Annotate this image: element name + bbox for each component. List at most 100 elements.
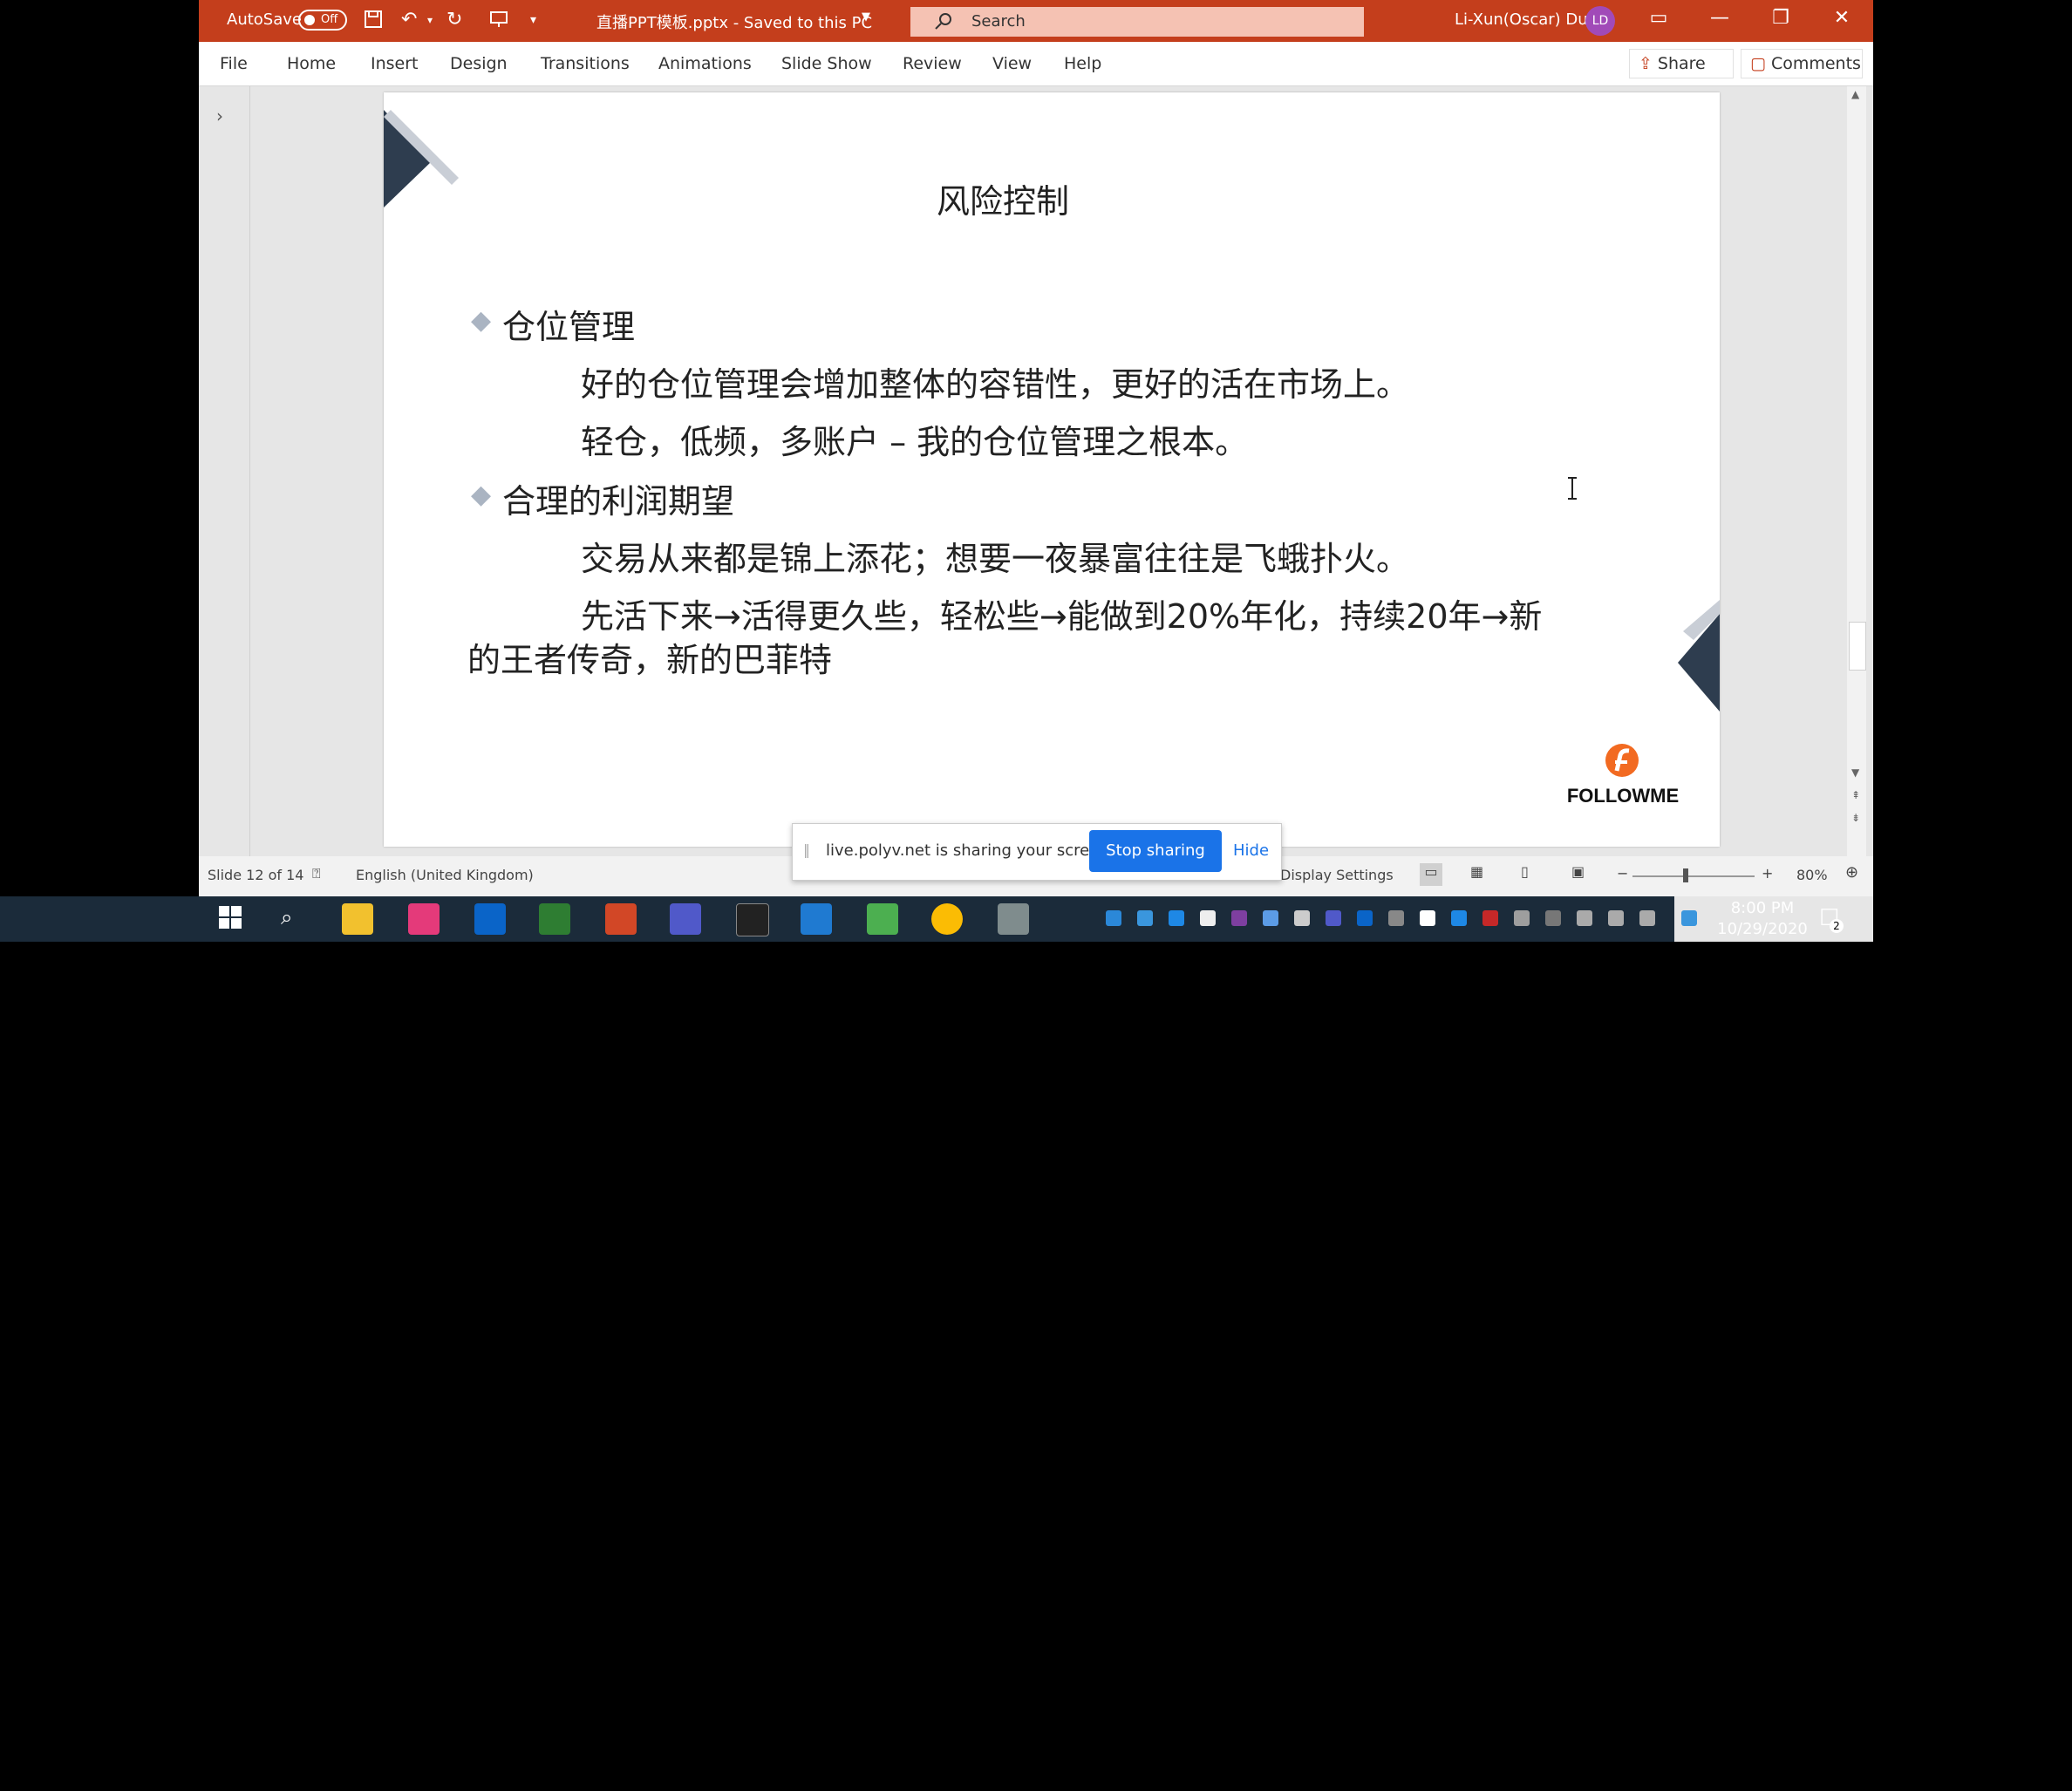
redo-icon[interactable]: ↻ <box>446 9 462 31</box>
undo-dropdown-icon[interactable]: ▾ <box>427 9 433 31</box>
autosave-toggle[interactable]: Off <box>298 10 347 31</box>
close-icon[interactable]: ✕ <box>1824 7 1859 29</box>
zoom-slider-thumb[interactable] <box>1683 868 1688 882</box>
comments-button[interactable]: ▢ Comments <box>1741 49 1863 78</box>
zoom-slider[interactable] <box>1632 875 1755 877</box>
document-title[interactable]: 直播PPT模板.pptx - Saved to this PC <box>596 10 872 33</box>
minimize-icon[interactable]: — <box>1702 7 1737 29</box>
tray-app-icon[interactable] <box>1388 910 1404 926</box>
previous-slide-icon[interactable]: ⇞ <box>1851 789 1860 801</box>
stop-sharing-button[interactable]: Stop sharing <box>1089 830 1222 872</box>
undo-icon[interactable]: ↶ <box>401 9 417 31</box>
tray-app-icon[interactable] <box>1137 910 1153 926</box>
search-icon[interactable]: ⌕ <box>281 905 292 930</box>
notification-count-badge: 2 <box>1830 919 1844 933</box>
title-bar: AutoSave Off ↶ ▾ ↻ ▾ 直播PPT模板.pptx - Save… <box>199 0 1873 42</box>
slide-show-icon[interactable]: ▣ <box>1571 863 1585 880</box>
slide-counter: Slide 12 of 14 <box>208 867 304 883</box>
tray-app-icon[interactable] <box>1514 910 1530 926</box>
slide-canvas[interactable]: 风险控制 ◆ 仓位管理 好的仓位管理会增加整体的容错性，更好的活在市场上。 轻仓… <box>384 92 1720 847</box>
display-settings-button[interactable]: Display Settings <box>1280 867 1394 883</box>
avatar[interactable]: LD <box>1585 6 1615 36</box>
volume-icon[interactable] <box>1639 910 1655 926</box>
language-tray-icon[interactable] <box>1681 910 1697 926</box>
git-app-icon[interactable] <box>539 903 570 935</box>
next-slide-icon[interactable]: ⇟ <box>1851 812 1860 824</box>
accessibility-icon[interactable]: ⍰ <box>312 865 321 882</box>
language-indicator[interactable]: English (United Kingdom) <box>356 867 534 883</box>
scroll-up-icon[interactable]: ▲ <box>1851 88 1859 100</box>
search-box[interactable]: Search <box>910 7 1364 37</box>
slide-text-line: 好的仓位管理会增加整体的容错性，更好的活在市场上。 <box>581 365 1410 404</box>
chrome-icon[interactable] <box>931 903 963 935</box>
slide-text-line: 的王者传奇，新的巴菲特 <box>467 641 833 679</box>
notepad-icon[interactable] <box>867 903 898 935</box>
app-icon[interactable] <box>998 903 1029 935</box>
bluetooth-icon[interactable] <box>1451 910 1467 926</box>
battery-icon[interactable] <box>1577 910 1592 926</box>
scrollbar-thumb[interactable] <box>1849 622 1866 671</box>
teams-tray-icon[interactable] <box>1326 910 1341 926</box>
tab-slide-show[interactable]: Slide Show <box>781 54 872 73</box>
bullet-diamond-icon: ◆ <box>471 480 492 510</box>
tab-transitions[interactable]: Transitions <box>541 54 630 73</box>
vscode-icon[interactable] <box>801 903 832 935</box>
mcafee-icon[interactable] <box>1482 910 1498 926</box>
zoom-in-icon[interactable]: + <box>1762 865 1773 882</box>
outlook-tray-icon[interactable] <box>1357 910 1373 926</box>
drag-handle-icon[interactable]: ‖ <box>803 841 810 858</box>
terminal-icon[interactable] <box>736 903 769 936</box>
tray-app-icon[interactable] <box>1169 910 1184 926</box>
outlook-icon[interactable] <box>474 903 506 935</box>
windows-taskbar: ⌕ 8:00 PM 10/29/2020 ☐ 2 <box>0 896 1844 942</box>
slide-sorter-icon[interactable]: ▦ <box>1470 863 1483 880</box>
fit-to-window-icon[interactable]: ⊕ <box>1845 863 1858 882</box>
tab-view[interactable]: View <box>992 54 1032 73</box>
thumbnail-pane-collapsed: › <box>199 86 250 856</box>
vertical-scrollbar[interactable]: ▲ ▼ ⇞ ⇟ <box>1847 86 1866 856</box>
tab-file[interactable]: File <box>220 54 248 73</box>
share-button[interactable]: ⇪ Share <box>1629 49 1734 78</box>
save-icon[interactable] <box>363 9 384 36</box>
text-cursor-icon <box>1566 476 1578 504</box>
customize-toolbar-icon[interactable]: ▾ <box>530 9 536 31</box>
microphone-icon[interactable] <box>1294 910 1310 926</box>
followme-logo-icon <box>1603 741 1641 783</box>
zoom-out-icon[interactable]: − <box>1617 865 1628 882</box>
onenote-icon[interactable] <box>1231 910 1247 926</box>
hide-button[interactable]: Hide <box>1233 841 1269 860</box>
restore-icon[interactable]: ❐ <box>1763 7 1798 29</box>
teams-icon[interactable] <box>670 903 701 935</box>
normal-view-icon[interactable]: ▭ <box>1420 863 1442 886</box>
powerpoint-taskbar-icon[interactable] <box>605 903 637 935</box>
tray-app-icon[interactable] <box>1420 910 1435 926</box>
tab-design[interactable]: Design <box>450 54 508 73</box>
right-triangle-decoration <box>1678 600 1720 712</box>
intellij-icon[interactable] <box>408 903 440 935</box>
user-name[interactable]: Li-Xun(Oscar) Du <box>1455 10 1588 29</box>
defender-icon[interactable] <box>1200 910 1216 926</box>
scroll-down-icon[interactable]: ▼ <box>1851 766 1859 779</box>
reading-view-icon[interactable]: ▯ <box>1521 863 1529 880</box>
ribbon-display-options-icon[interactable]: ▭ <box>1641 7 1676 29</box>
tray-app-icon[interactable] <box>1545 910 1561 926</box>
expand-thumbnails-icon[interactable]: › <box>216 106 223 126</box>
clock[interactable]: 8:00 PM 10/29/2020 <box>1714 898 1810 940</box>
tray-app-icon[interactable] <box>1106 910 1121 926</box>
share-message: live.polyv.net is sharing your screen. <box>826 841 1114 860</box>
tab-review[interactable]: Review <box>903 54 962 73</box>
tab-insert[interactable]: Insert <box>371 54 419 73</box>
tab-animations[interactable]: Animations <box>658 54 752 73</box>
file-explorer-icon[interactable] <box>342 903 373 935</box>
share-label: Share <box>1657 54 1706 73</box>
title-dropdown-icon[interactable]: ▼ <box>862 10 870 24</box>
tab-help[interactable]: Help <box>1064 54 1101 73</box>
comment-icon: ▢ <box>1750 54 1766 73</box>
start-windows-icon[interactable] <box>218 905 242 933</box>
present-from-start-icon[interactable] <box>488 9 509 36</box>
wifi-icon[interactable] <box>1608 910 1624 926</box>
slide-text-line: 轻仓，低频，多账户 – 我的仓位管理之根本。 <box>581 423 1249 461</box>
zoom-level[interactable]: 80% <box>1796 867 1828 883</box>
tray-app-icon[interactable] <box>1263 910 1278 926</box>
tab-home[interactable]: Home <box>287 54 336 73</box>
